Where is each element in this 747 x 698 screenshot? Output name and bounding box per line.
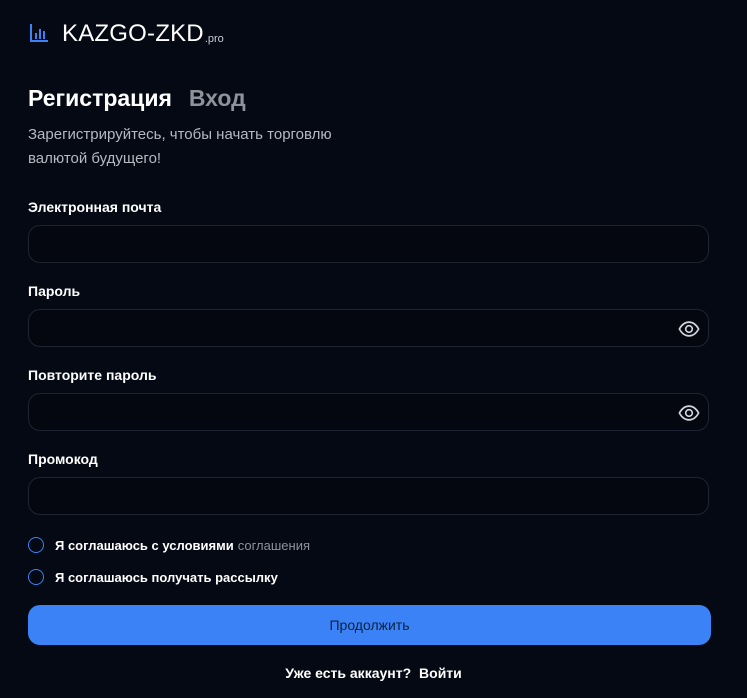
brand-name: KAZGO-ZKD [62,20,204,47]
password-field[interactable] [29,310,708,346]
eye-icon[interactable] [678,402,700,424]
brand-logo[interactable]: KAZGO-ZKD .pro [29,20,224,48]
continue-button[interactable]: Продолжить [28,605,711,645]
repeat-password-label: Повторите пароль [28,367,157,383]
newsletter-text: Я соглашаюсь получать рассылку [55,569,278,585]
tab-login[interactable]: Вход [189,85,246,112]
footer-question: Уже есть аккаунт? [285,665,412,681]
footer: Уже есть аккаунт? Войти [0,665,747,681]
email-field-wrapper [28,225,709,263]
login-link[interactable]: Войти [419,665,462,681]
promo-field-wrapper [28,477,709,515]
tab-register[interactable]: Регистрация [28,85,172,112]
newsletter-checkbox-row: Я соглашаюсь получать рассылку [28,569,278,585]
bar-chart-icon [30,24,48,42]
auth-tabs: Регистрация Вход [28,85,246,112]
email-field[interactable] [29,226,708,262]
page-subtitle: Зарегистрируйтесь, чтобы начать торговлю… [28,126,332,167]
brand-suffix: .pro [204,33,224,45]
password-field-wrapper [28,309,709,347]
terms-link[interactable]: соглашения [238,538,310,553]
repeat-password-field[interactable] [29,394,708,430]
terms-checkbox-row: Я соглашаюсь с условиями соглашения [28,537,310,553]
terms-checkbox[interactable] [28,537,44,553]
repeat-password-field-wrapper [28,393,709,431]
newsletter-checkbox[interactable] [28,569,44,585]
eye-icon[interactable] [678,318,700,340]
email-label: Электронная почта [28,199,162,215]
password-label: Пароль [28,283,81,299]
promo-field[interactable] [29,478,708,514]
promo-label: Промокод [28,451,98,467]
terms-text: Я соглашаюсь с условиями [55,537,234,553]
